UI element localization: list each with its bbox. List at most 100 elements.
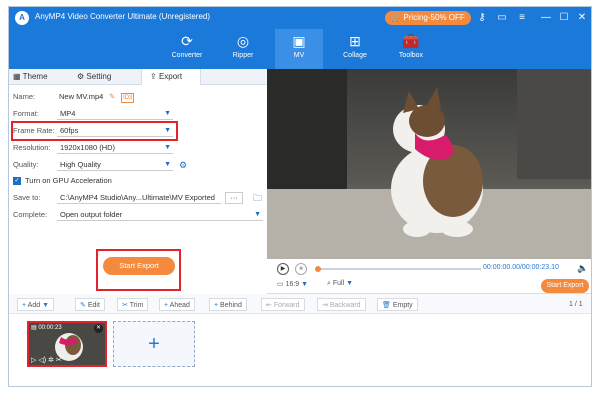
saveto-label: Save to: <box>13 193 41 202</box>
tab-export[interactable]: ⇪ Export <box>141 69 201 85</box>
quality-settings-gear-icon[interactable]: ⚙ <box>179 159 187 171</box>
cat-preview-image <box>267 69 591 259</box>
empty-label: Empty <box>392 302 413 309</box>
quality-label: Quality: <box>13 160 39 169</box>
app-title: AnyMP4 Video Converter Ultimate (Unregis… <box>35 12 211 21</box>
scissors-icon[interactable]: ✂ <box>56 357 62 364</box>
app-logo-icon: A <box>15 11 29 25</box>
complete-select[interactable]: Open output folder ▼ <box>57 209 263 221</box>
quality-select[interactable]: High Quality ▼ <box>57 159 173 171</box>
trim-button[interactable]: ✂ Trim <box>117 298 149 311</box>
forward-label: Forward <box>273 302 300 309</box>
volume-icon[interactable]: ◁) <box>38 357 46 364</box>
volume-icon[interactable]: 🔈 <box>577 263 588 274</box>
nav-ripper[interactable]: ◎ Ripper <box>219 29 267 69</box>
gear-icon: ⚙ <box>77 72 85 81</box>
ratio-select[interactable]: ▭ 16:9 ▼ <box>277 280 308 288</box>
ahead-button[interactable]: + Ahead <box>159 298 195 311</box>
quality-row: Quality: High Quality ▼ ⚙ <box>13 159 263 171</box>
framerate-highlight <box>11 121 178 141</box>
time-display: 00:00:00.00/00:00:23.10 <box>483 264 559 271</box>
edit-pencil-icon[interactable]: ✎ <box>109 91 115 103</box>
close-icon[interactable]: ✕ <box>575 11 589 25</box>
name-label: Name: <box>13 92 36 101</box>
player-start-export-button[interactable]: Start Export <box>541 279 589 293</box>
backward-icon: ⇥ <box>322 302 328 309</box>
resolution-label: Resolution: <box>13 143 51 152</box>
feedback-icon[interactable]: ▭ <box>495 11 509 25</box>
folder-icon[interactable]: 🗀 <box>253 192 262 204</box>
format-row: Format: MP4 ▼ <box>13 108 263 120</box>
resolution-row: Resolution: 1920x1080 (HD) ▼ <box>13 142 263 154</box>
key-icon[interactable]: ⚷ <box>475 11 489 25</box>
nav-converter-label: Converter <box>171 52 203 59</box>
export-panel: ▦ Theme ⚙ Setting ⇪ Export Name: New MV.… <box>9 69 267 291</box>
nav-collage-label: Collage <box>343 52 367 59</box>
plus-icon: + <box>22 302 27 309</box>
chevron-down-icon: ▼ <box>164 161 171 168</box>
timeline-clip[interactable]: ▤ 00:00:23 ✕ ▷ ◁) ✲ ✂ <box>27 321 107 367</box>
clip-toolbar: + Add ▼ ✎ Edit ✂ Trim + Ahead + Behind ⇤… <box>9 294 591 314</box>
play-icon[interactable]: ▷ <box>31 357 36 364</box>
tab-setting-label: Setting <box>86 72 112 81</box>
gpu-checkbox[interactable]: ✓ <box>13 177 21 185</box>
pricing-label: Pricing-50% OFF <box>403 13 465 22</box>
name-row: Name: New MV.mp4 ✎ ID3 <box>13 91 263 103</box>
edit-button[interactable]: ✎ Edit <box>75 298 105 311</box>
chevron-down-icon: ▼ <box>164 144 171 151</box>
forward-button[interactable]: ⇤ Forward <box>261 298 305 311</box>
nav-converter[interactable]: ⟳ Converter <box>163 29 211 69</box>
film-icon: ▤ <box>31 325 37 331</box>
mv-icon: ▣ <box>292 33 306 49</box>
backward-label: Backward <box>329 302 361 309</box>
saveto-value: C:\AnyMP4 Studio\Any...Ultimate\MV Expor… <box>60 193 215 202</box>
edit-icon: ✎ <box>80 302 86 309</box>
converter-icon: ⟳ <box>181 33 193 49</box>
format-value: MP4 <box>60 109 76 118</box>
saveto-row: Save to: C:\AnyMP4 Studio\Any...Ultimate… <box>13 192 267 204</box>
maximize-icon[interactable]: ☐ <box>557 11 571 25</box>
chevron-down-icon: ▼ <box>346 280 354 287</box>
collage-icon: ⊞ <box>349 33 361 49</box>
minimize-icon[interactable]: — <box>539 11 553 25</box>
saveto-input[interactable]: C:\AnyMP4 Studio\Any...Ultimate\MV Expor… <box>57 192 221 204</box>
seek-handle[interactable] <box>315 266 321 272</box>
trash-icon: 🗑 <box>382 302 391 309</box>
format-label: Format: <box>13 109 39 118</box>
tab-theme[interactable]: ▦ Theme <box>13 69 73 85</box>
nav-collage[interactable]: ⊞ Collage <box>331 29 379 69</box>
menu-icon[interactable]: ≡ <box>515 11 529 25</box>
clip-duration-value: 00:00:23 <box>38 325 62 331</box>
add-clip-placeholder[interactable]: + <box>113 321 195 367</box>
remove-clip-icon[interactable]: ✕ <box>94 324 103 333</box>
behind-label: Behind <box>220 302 242 309</box>
quality-value: High Quality <box>60 160 101 169</box>
plus-icon: + <box>214 302 219 309</box>
nav-mv[interactable]: ▣ MV <box>275 29 323 69</box>
seek-bar[interactable] <box>315 266 481 272</box>
edit-label: Edit <box>87 302 100 309</box>
resolution-select[interactable]: 1920x1080 (HD) ▼ <box>57 142 173 154</box>
effects-icon[interactable]: ✲ <box>48 357 54 364</box>
id3-icon[interactable]: ID3 <box>121 93 135 103</box>
nav-toolbox[interactable]: 🧰 Toolbox <box>387 29 435 69</box>
play-icon[interactable]: ▶ <box>277 263 289 275</box>
backward-button[interactable]: ⇥ Backward <box>317 298 366 311</box>
add-button[interactable]: + Add ▼ <box>17 298 55 311</box>
browse-button[interactable]: ··· <box>225 192 243 204</box>
pricing-button[interactable]: 🛒 Pricing-50% OFF <box>385 11 471 25</box>
chevron-down-icon: ▼ <box>254 211 261 218</box>
start-export-button[interactable]: Start Export <box>103 257 175 275</box>
nav-ripper-label: Ripper <box>232 52 254 59</box>
zoom-select[interactable]: ⌕ Full ▼ <box>327 280 353 288</box>
behind-button[interactable]: + Behind <box>209 298 247 311</box>
disc-icon: ◎ <box>236 33 250 49</box>
tab-setting[interactable]: ⚙ Setting <box>77 69 137 85</box>
grid-icon: ▦ <box>13 72 21 81</box>
tab-theme-label: Theme <box>22 72 48 81</box>
empty-button[interactable]: 🗑 Empty <box>377 298 418 311</box>
format-select[interactable]: MP4 ▼ <box>57 108 173 120</box>
chevron-down-icon: ▼ <box>42 302 50 309</box>
stop-icon[interactable]: ■ <box>295 263 307 275</box>
ratio-value: 16:9 <box>285 281 300 288</box>
